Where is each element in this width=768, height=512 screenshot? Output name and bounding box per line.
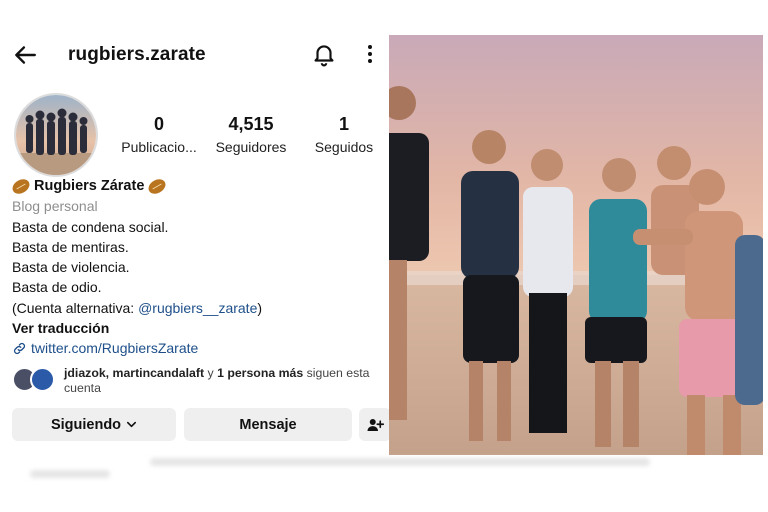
rugby-ball-icon	[146, 176, 169, 197]
alt-account-suffix: )	[257, 299, 263, 316]
profile-actions: Siguiendo Mensaje	[12, 408, 391, 441]
profile-category: Blog personal	[12, 198, 98, 215]
profile-name: Rugbiers Zárate	[34, 178, 145, 194]
profile-bio: Rugbiers Zárate Blog personal Basta de c…	[9, 176, 382, 359]
rugby-ball-icon	[9, 176, 33, 197]
alt-account-mention[interactable]: @rugbiers__zarate	[138, 300, 257, 316]
stat-posts: 0 Publicacio...	[116, 114, 202, 155]
profile-avatar[interactable]	[14, 93, 98, 177]
mutual-avatar	[30, 367, 55, 392]
link-icon	[13, 342, 26, 355]
profile-panel: rugbiers.zarate 0 Publicacio... 4,515 Se…	[0, 0, 391, 512]
external-link[interactable]: twitter.com/RugbiersZarate	[12, 338, 382, 358]
profile-username: rugbiers.zarate	[68, 44, 206, 65]
arrow-left-icon[interactable]	[12, 42, 38, 68]
following-count: 1	[338, 114, 349, 134]
following-button[interactable]: Siguiendo	[12, 408, 176, 441]
blurred-caption	[30, 470, 110, 478]
posts-count: 0	[153, 114, 164, 134]
followed-by-connector: y	[204, 366, 218, 380]
following-label: Seguidos	[314, 139, 374, 155]
bio-line: Basta de condena social.	[12, 218, 169, 235]
following-button-label: Siguiendo	[50, 416, 122, 433]
followed-by-text: jdiazok, martincandalaft y 1 persona más…	[64, 366, 384, 396]
external-link-text: twitter.com/RugbiersZarate	[31, 340, 199, 357]
followers-label: Seguidores	[215, 139, 287, 155]
beach-group-photo	[389, 35, 763, 455]
followed-by-others: 1 persona más	[217, 366, 304, 380]
followers-count: 4,515	[228, 114, 274, 134]
more-vertical-icon[interactable]	[360, 41, 380, 67]
bell-icon[interactable]	[311, 41, 337, 67]
bio-line: Basta de odio.	[12, 279, 102, 296]
followed-by[interactable]: jdiazok, martincandalaft y 1 persona más…	[12, 365, 384, 399]
posts-label: Publicacio...	[121, 139, 197, 155]
blurred-caption	[150, 458, 650, 466]
profile-name-row: Rugbiers Zárate	[9, 176, 382, 197]
top-bar: rugbiers.zarate	[0, 38, 386, 72]
bio-line: Basta de violencia.	[12, 259, 130, 276]
message-button[interactable]: Mensaje	[184, 408, 352, 441]
stat-following[interactable]: 1 Seguidos	[306, 114, 382, 155]
bio-line: Basta de mentiras.	[12, 238, 129, 255]
chevron-down-icon	[127, 421, 137, 428]
add-user-button[interactable]	[359, 408, 391, 441]
see-translation-link[interactable]: Ver traducción	[12, 318, 382, 338]
followed-by-names: jdiazok, martincandalaft	[64, 366, 205, 380]
alt-account-line: (Cuenta alternativa: @rugbiers__zarate)	[12, 298, 382, 318]
stat-followers[interactable]: 4,515 Seguidores	[208, 114, 294, 155]
mutual-avatars	[12, 367, 58, 393]
add-user-icon	[367, 418, 384, 431]
alt-account-prefix: (Cuenta alternativa:	[12, 299, 139, 316]
